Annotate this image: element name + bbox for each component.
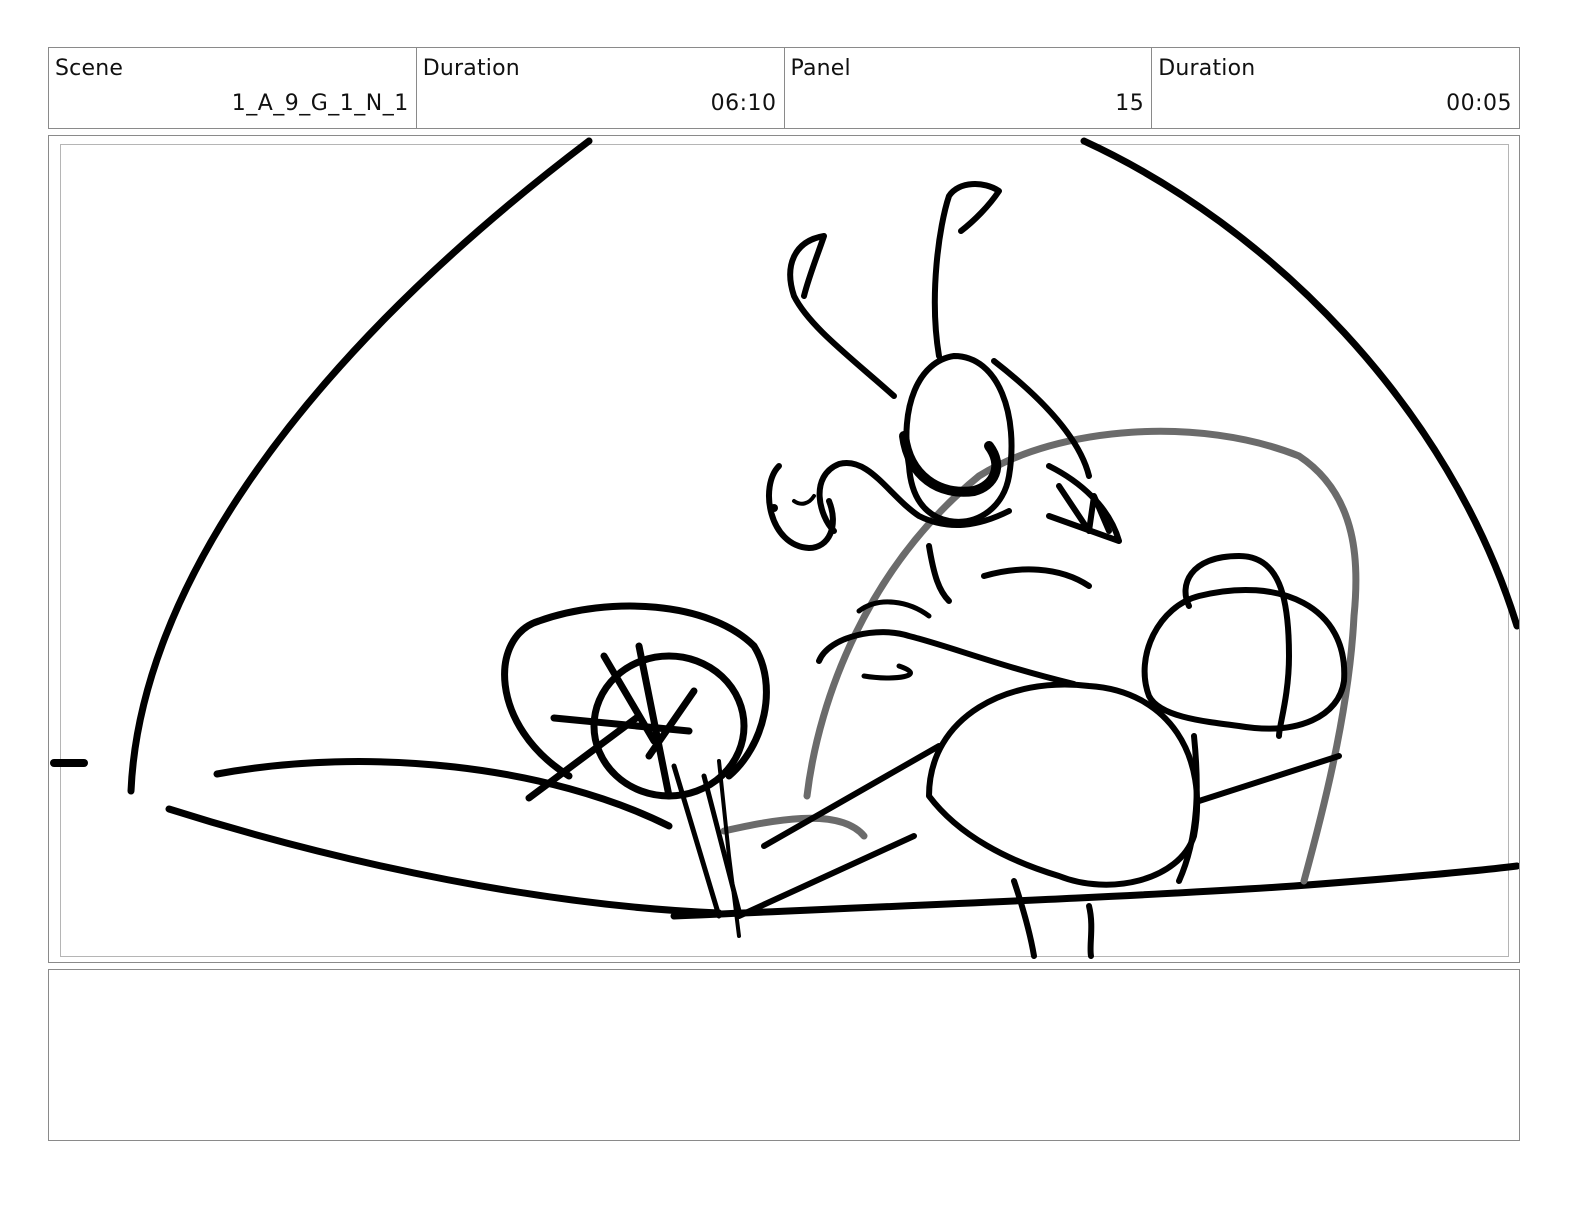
scene-cell: Scene 1_A_9_G_1_N_1 [49, 48, 417, 128]
scene-duration-cell: Duration 06:10 [417, 48, 785, 128]
scene-label: Scene [55, 56, 124, 81]
storyboard-sketch-icon [50, 137, 1519, 959]
panel-label: Panel [790, 56, 851, 81]
scene-value: 1_A_9_G_1_N_1 [231, 91, 409, 116]
scene-duration-value: 06:10 [710, 91, 777, 116]
storyboard-panel [48, 135, 1520, 963]
scene-duration-label: Duration [422, 56, 520, 81]
panel-cell: Panel 15 [785, 48, 1153, 128]
panel-duration-value: 00:05 [1446, 91, 1512, 116]
panel-duration-label: Duration [1158, 56, 1256, 81]
storyboard-header: Scene 1_A_9_G_1_N_1 Duration 06:10 Panel… [48, 47, 1520, 129]
panel-duration-cell: Duration 00:05 [1152, 48, 1519, 128]
panel-value: 15 [1115, 91, 1145, 116]
notes-area[interactable] [48, 969, 1520, 1141]
